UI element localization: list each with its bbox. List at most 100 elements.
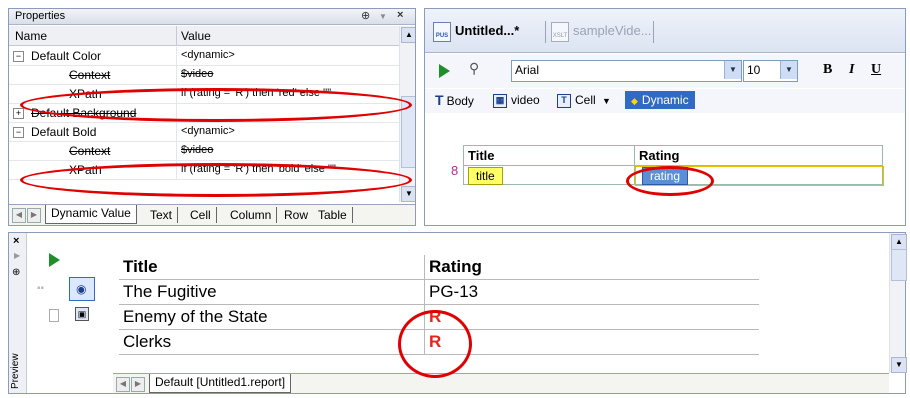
pin-icon[interactable]: ⊕ <box>12 267 20 278</box>
tab-cell[interactable]: Cell <box>185 207 217 223</box>
property-row[interactable]: − Default Bold <dynamic> <box>9 123 399 142</box>
property-row[interactable]: Context $video <box>9 66 399 85</box>
xpath-icon[interactable]: ⚲ <box>469 60 487 78</box>
crumb-dynamic[interactable]: ◆ Dynamic <box>625 91 695 109</box>
highlight-ellipse <box>20 88 412 122</box>
tab-untitled[interactable]: PUS Untitled...* <box>433 19 519 43</box>
crumb-body[interactable]: T Body <box>435 91 474 109</box>
property-value[interactable]: <dynamic> <box>181 125 235 137</box>
movie-title: The Fugitive <box>123 282 217 301</box>
property-name: Context <box>69 144 111 158</box>
chevron-down-icon[interactable]: ▼ <box>724 61 741 79</box>
bold-button[interactable]: B <box>823 62 832 78</box>
crumb-dynamic-label: Dynamic <box>641 93 689 107</box>
expand-icon[interactable]: + <box>13 108 24 119</box>
collapse-icon[interactable]: − <box>13 127 24 138</box>
column-name-header[interactable]: Name <box>15 29 47 43</box>
tab-untitled-label: Untitled...* <box>455 23 520 38</box>
diamond-icon: ◆ <box>631 96 638 106</box>
font-size-select[interactable]: 10 ▼ <box>743 60 798 82</box>
close-icon[interactable]: × <box>13 235 19 247</box>
collapse-icon[interactable]: − <box>13 51 24 62</box>
property-name: Default Color <box>31 49 102 63</box>
refresh-icon: ◉ <box>76 282 87 296</box>
tab-scroll-left-icon[interactable]: ◀ <box>116 377 130 392</box>
scroll-right-icon[interactable]: ▶ <box>14 251 20 260</box>
italic-button[interactable]: I <box>849 62 854 78</box>
underline-button[interactable]: U <box>871 62 881 78</box>
preview-side-strip: × ▶ ⊕ Preview <box>9 233 27 393</box>
refresh-preview-button[interactable]: ◉ <box>69 277 95 301</box>
property-row[interactable]: Context $video <box>9 142 399 161</box>
cell-icon: T <box>557 93 571 108</box>
crumb-cell[interactable]: T Cell ▼ <box>557 91 611 109</box>
font-size-value: 10 <box>747 63 761 77</box>
crumb-video-label: video <box>511 93 540 107</box>
movie-title: Enemy of the State <box>123 307 268 326</box>
movie-rating: PG-13 <box>429 282 479 301</box>
run-icon[interactable] <box>439 64 450 78</box>
tab-column[interactable]: Column <box>225 207 278 223</box>
table-header-row: Title Rating <box>119 255 759 280</box>
chevron-down-icon[interactable]: ▼ <box>602 96 611 106</box>
scroll-up-icon[interactable]: ▲ <box>891 234 907 250</box>
panel-menu-icon[interactable]: ▼ <box>379 12 387 21</box>
scroll-thumb[interactable] <box>891 249 907 281</box>
tab-default-report[interactable]: Default [Untitled1.report] <box>149 374 292 393</box>
preview-header-title: Title <box>123 257 158 276</box>
scroll-down-icon[interactable]: ▼ <box>401 186 415 202</box>
tab-scroll-right-icon[interactable]: ▶ <box>131 377 145 392</box>
title-field-tag[interactable]: title <box>468 167 503 185</box>
property-value[interactable]: <dynamic> <box>181 49 235 61</box>
highlight-ellipse <box>626 166 714 196</box>
save-icon[interactable]: ▣ <box>75 307 89 321</box>
close-icon[interactable]: × <box>397 9 403 21</box>
report-file-icon: PUS <box>433 21 451 42</box>
font-family-value: Arial <box>515 63 540 77</box>
tab-scroll-right-icon[interactable]: ▶ <box>27 208 41 223</box>
movie-title: Clerks <box>123 332 172 351</box>
tab-scroll-left-icon[interactable]: ◀ <box>12 208 26 223</box>
row-handle-icon[interactable]: 8 <box>451 163 458 178</box>
property-name: Context <box>69 68 111 82</box>
design-header-title[interactable]: Title <box>464 146 495 165</box>
pin-icon[interactable]: ⊕ <box>361 9 370 22</box>
tab-samplevideo[interactable]: XSLT sampleVide... <box>551 19 652 43</box>
font-family-select[interactable]: Arial ▼ <box>511 60 742 82</box>
highlight-ellipse <box>20 163 412 197</box>
format-toolbar: ⚲ Arial ▼ 10 ▼ B I U <box>425 54 905 88</box>
design-header-rating[interactable]: Rating <box>635 146 679 165</box>
table-row: The Fugitive PG-13 <box>119 280 759 305</box>
property-value[interactable]: $video <box>181 68 213 80</box>
properties-tab-strip: ◀ ▶ Dynamic Value Text Cell Column Row Table <box>9 204 415 225</box>
properties-title: Properties <box>15 10 66 22</box>
tab-samplevideo-label: sampleVide... <box>573 23 652 38</box>
property-value[interactable]: $video <box>181 144 213 156</box>
preview-tab-strip: ◀ ▶ Default [Untitled1.report] <box>113 373 889 393</box>
scroll-up-icon[interactable]: ▲ <box>401 27 415 43</box>
text-icon: T <box>435 92 444 108</box>
preview-toolbar: ◉ ▪▪ ▣ <box>27 233 113 373</box>
property-row[interactable]: − Default Color <dynamic> <box>9 47 399 66</box>
page-icon[interactable] <box>49 309 59 322</box>
table-icon: ▦ <box>493 93 507 108</box>
tab-row[interactable]: Row <box>279 207 315 223</box>
preview-scrollbar[interactable]: ▲ ▼ <box>889 233 907 373</box>
column-value-header[interactable]: Value <box>181 29 211 43</box>
selection-breadcrumb: T Body ▦ video T Cell ▼ ◆ Dynamic <box>425 89 905 113</box>
tab-dynamic-value[interactable]: Dynamic Value <box>45 205 137 224</box>
nav-icon[interactable]: ▪▪ <box>37 283 44 294</box>
tab-text[interactable]: Text <box>145 207 179 223</box>
scroll-down-icon[interactable]: ▼ <box>891 357 907 373</box>
run-preview-icon[interactable] <box>49 253 60 267</box>
preview-tab-label[interactable]: Preview <box>10 351 26 391</box>
crumb-body-label: Body <box>446 94 474 108</box>
properties-title-bar: Properties ⊕ ▼ × <box>9 9 415 25</box>
crumb-video[interactable]: ▦ video <box>493 91 540 109</box>
properties-header: Name Value <box>9 26 399 46</box>
tab-table[interactable]: Table <box>313 207 353 223</box>
xslt-file-icon: XSLT <box>551 21 569 42</box>
chevron-down-icon[interactable]: ▼ <box>780 61 797 79</box>
preview-header-rating: Rating <box>429 257 482 276</box>
document-tabs: PUS Untitled...* XSLT sampleVide... <box>425 9 905 53</box>
